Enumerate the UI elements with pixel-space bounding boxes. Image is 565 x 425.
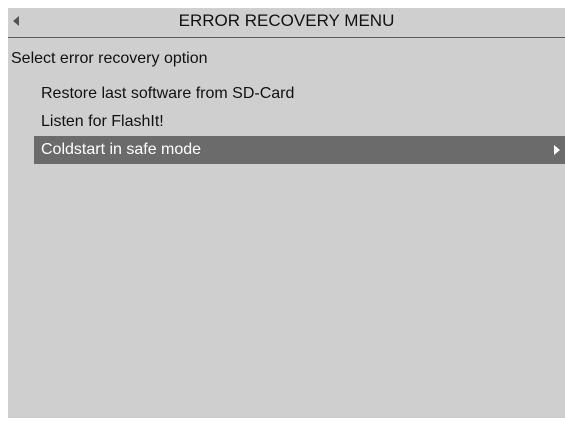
menu-item-label: Listen for FlashIt! xyxy=(41,113,164,130)
menu-item-listen-flashit[interactable]: Listen for FlashIt! xyxy=(34,108,565,136)
page-title: ERROR RECOVERY MENU xyxy=(178,11,395,30)
menu-item-label: Restore last software from SD-Card xyxy=(41,85,295,102)
submenu-arrow-icon xyxy=(554,145,560,155)
menu-prompt: Select error recovery option xyxy=(11,50,208,67)
menu-item-restore-software[interactable]: Restore last software from SD-Card xyxy=(34,80,565,108)
menu-item-label: Coldstart in safe mode xyxy=(41,141,202,158)
recovery-screen: ERROR RECOVERY MENU Select error recover… xyxy=(8,8,565,418)
recovery-options-menu: Restore last software from SD-Card Liste… xyxy=(34,80,565,164)
header-bar: ERROR RECOVERY MENU xyxy=(8,8,565,38)
menu-item-coldstart-safe-mode[interactable]: Coldstart in safe mode xyxy=(34,136,565,164)
